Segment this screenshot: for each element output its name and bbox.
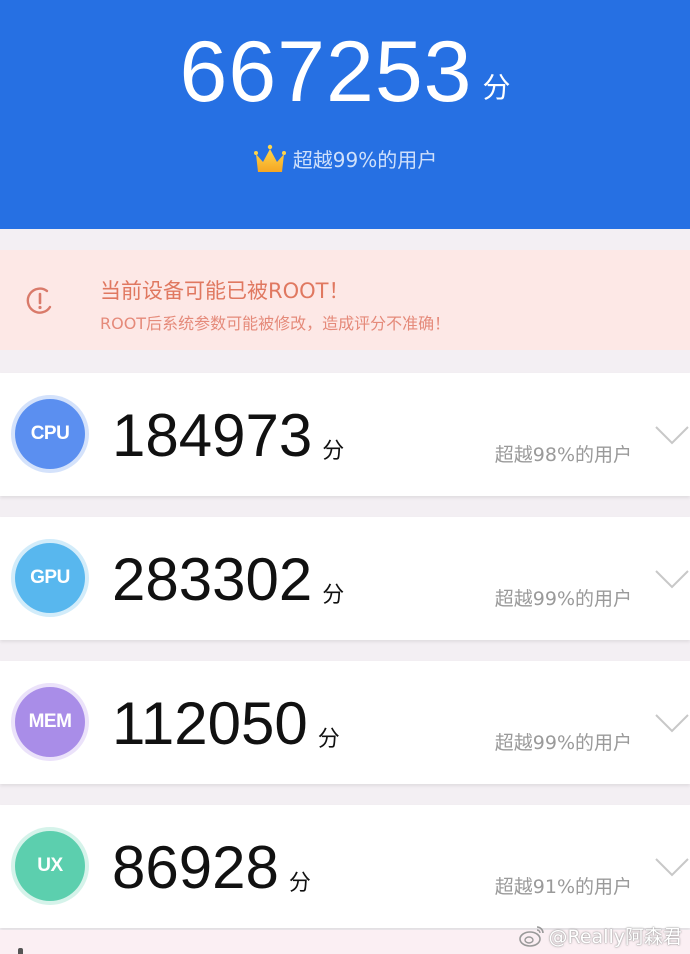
- total-score-value: 667253: [179, 24, 473, 120]
- score-card-cpu[interactable]: CPU 184973 分 超越98%的用户: [0, 373, 690, 496]
- mem-badge: MEM: [15, 687, 85, 757]
- gpu-score-unit: 分: [322, 583, 345, 608]
- ux-score-value: 86928: [112, 834, 279, 901]
- warning-circle-icon: [26, 287, 52, 314]
- weibo-icon: [518, 926, 544, 947]
- root-warning-banner: 当前设备可能已被ROOT！ ROOT后系统参数可能被修改，造成评分不准确！: [0, 250, 690, 350]
- ux-badge: UX: [15, 831, 85, 901]
- score-card-ux[interactable]: UX 86928 分 超越91%的用户: [0, 805, 690, 928]
- gpu-score-value: 283302: [112, 546, 313, 613]
- cpu-rank-text: 超越98%的用户: [494, 444, 632, 466]
- gpu-score: 283302 分: [112, 545, 344, 631]
- watermark-text: @Really阿森君: [548, 926, 682, 948]
- watermark: @Really阿森君: [518, 922, 682, 949]
- partial-icon: [18, 948, 23, 954]
- gpu-badge: GPU: [15, 543, 85, 613]
- ux-rank-text: 超越91%的用户: [494, 876, 632, 898]
- mem-score-value: 112050: [112, 690, 308, 757]
- mem-rank-text: 超越99%的用户: [494, 732, 632, 754]
- total-rank-text: 超越99%的用户: [292, 148, 438, 172]
- cpu-badge: CPU: [15, 399, 85, 469]
- score-card-gpu[interactable]: GPU 283302 分 超越99%的用户: [0, 517, 690, 640]
- chevron-down-icon[interactable]: [654, 567, 690, 591]
- chevron-down-icon[interactable]: [654, 711, 690, 735]
- warning-subtitle: ROOT后系统参数可能被修改，造成评分不准确！: [100, 314, 451, 333]
- mem-score: 112050 分: [112, 689, 340, 775]
- cpu-score: 184973 分: [112, 401, 344, 487]
- total-score-header: 667253 分 超越99%的用户: [0, 0, 690, 229]
- mem-score-unit: 分: [317, 727, 340, 752]
- total-rank: 超越99%的用户: [0, 143, 690, 177]
- crown-icon: [253, 144, 286, 172]
- warning-title: 当前设备可能已被ROOT！: [100, 279, 350, 303]
- total-score-unit: 分: [482, 70, 511, 104]
- score-card-mem[interactable]: MEM 112050 分 超越99%的用户: [0, 661, 690, 784]
- ux-score-unit: 分: [288, 871, 311, 896]
- chevron-down-icon[interactable]: [654, 423, 690, 447]
- cpu-score-value: 184973: [112, 402, 313, 469]
- cpu-score-unit: 分: [322, 439, 345, 464]
- total-score: 667253 分: [0, 22, 690, 122]
- gpu-rank-text: 超越99%的用户: [494, 588, 632, 610]
- chevron-down-icon[interactable]: [654, 855, 690, 879]
- ux-score: 86928 分: [112, 833, 311, 919]
